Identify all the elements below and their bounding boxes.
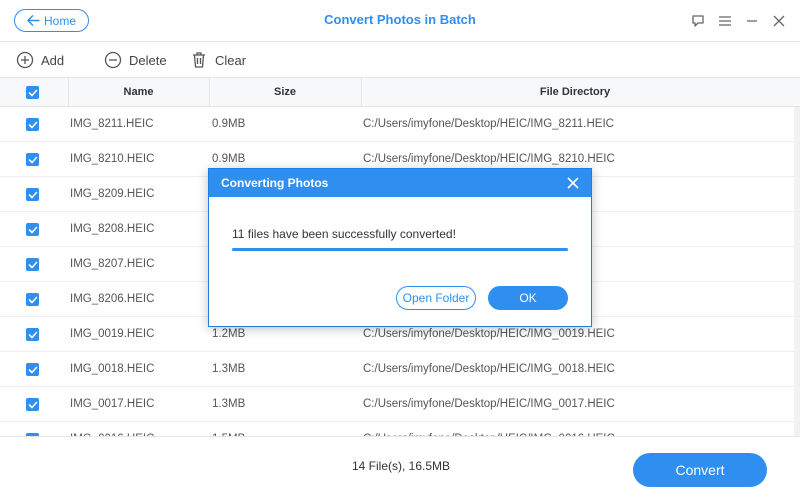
- check-icon: [28, 296, 37, 303]
- delete-label: Delete: [129, 52, 167, 68]
- file-name: IMG_8208.HEIC: [70, 223, 155, 235]
- minus-circle-icon: [104, 51, 122, 69]
- file-name: IMG_8209.HEIC: [70, 188, 155, 200]
- table-row[interactable]: IMG_0016.HEIC 1.5MB C:/Users/imyfone/Des…: [0, 422, 800, 436]
- add-label: Add: [41, 52, 65, 68]
- dialog-close-icon[interactable]: [565, 175, 581, 191]
- check-icon: [28, 89, 37, 96]
- check-icon: [28, 261, 37, 268]
- table-header: Name Size File Directory: [0, 78, 800, 107]
- file-directory: C:/Users/imyfone/Desktop/HEIC/IMG_0016.H…: [363, 422, 615, 436]
- file-size: 1.3MB: [212, 363, 246, 375]
- file-name: IMG_0016.HEIC: [70, 422, 154, 436]
- ok-button[interactable]: OK: [488, 286, 568, 310]
- dialog-message: 11 files have been successfully converte…: [232, 227, 456, 241]
- row-checkbox[interactable]: [26, 293, 39, 306]
- delete-button[interactable]: Delete: [104, 51, 167, 69]
- check-icon: [28, 121, 37, 128]
- column-header-size[interactable]: Size: [209, 78, 361, 107]
- row-checkbox[interactable]: [26, 398, 39, 411]
- check-icon: [28, 191, 37, 198]
- row-checkbox[interactable]: [26, 363, 39, 376]
- trash-icon: [193, 52, 205, 68]
- row-checkbox[interactable]: [26, 258, 39, 271]
- window-controls: [690, 13, 786, 28]
- file-name: IMG_0018.HEIC: [70, 363, 155, 375]
- footer: 14 File(s), 16.5MB Convert: [0, 436, 800, 497]
- check-icon: [28, 401, 37, 408]
- conversion-progress-bar: [232, 248, 568, 251]
- close-icon[interactable]: [771, 13, 786, 28]
- converting-dialog: Converting Photos 11 files have been suc…: [208, 168, 592, 327]
- app-title: Convert Photos in Batch: [324, 12, 476, 27]
- clear-button[interactable]: Clear: [190, 51, 246, 69]
- row-checkbox[interactable]: [26, 153, 39, 166]
- file-name: IMG_8206.HEIC: [70, 293, 155, 305]
- progress-fill: [232, 248, 568, 251]
- file-name: IMG_0019.HEIC: [70, 328, 155, 340]
- column-header-directory[interactable]: File Directory: [361, 78, 789, 107]
- table-row[interactable]: IMG_0018.HEIC 1.3MB C:/Users/imyfone/Des…: [0, 352, 800, 387]
- column-header-name[interactable]: Name: [68, 78, 209, 107]
- minimize-icon[interactable]: [744, 13, 759, 28]
- file-size: 1.3MB: [212, 398, 246, 410]
- file-name: IMG_0017.HEIC: [70, 398, 155, 410]
- row-checkbox[interactable]: [26, 328, 39, 341]
- convert-button[interactable]: Convert: [633, 453, 767, 487]
- check-icon: [28, 156, 37, 163]
- file-directory: C:/Users/imyfone/Desktop/HEIC/IMG_0017.H…: [363, 398, 615, 410]
- select-all-checkbox[interactable]: [26, 86, 39, 99]
- toolbar: Add Delete Clear: [0, 42, 800, 78]
- file-name: IMG_8207.HEIC: [70, 258, 155, 270]
- check-icon: [28, 226, 37, 233]
- dialog-title: Converting Photos: [221, 176, 329, 190]
- open-folder-button[interactable]: Open Folder: [396, 286, 476, 310]
- row-checkbox[interactable]: [26, 118, 39, 131]
- table-row[interactable]: IMG_0017.HEIC 1.3MB C:/Users/imyfone/Des…: [0, 387, 800, 422]
- feedback-icon[interactable]: [690, 13, 705, 28]
- clear-label: Clear: [215, 52, 247, 68]
- file-directory: C:/Users/imyfone/Desktop/HEIC/IMG_0018.H…: [363, 363, 615, 375]
- file-name: IMG_8211.HEIC: [70, 118, 154, 130]
- add-button[interactable]: Add: [16, 51, 64, 69]
- file-name: IMG_8210.HEIC: [70, 153, 155, 165]
- file-directory: C:/Users/imyfone/Desktop/HEIC/IMG_8211.H…: [363, 118, 614, 130]
- file-size: 0.9MB: [212, 118, 246, 130]
- check-icon: [28, 366, 37, 373]
- table-row[interactable]: IMG_8211.HEIC 0.9MB C:/Users/imyfone/Des…: [0, 107, 800, 142]
- row-checkbox[interactable]: [26, 188, 39, 201]
- menu-icon[interactable]: [717, 13, 732, 28]
- check-icon: [28, 331, 37, 338]
- table-scrollbar[interactable]: [794, 107, 800, 436]
- title-bar: Home Convert Photos in Batch: [0, 0, 800, 42]
- plus-circle-icon: [16, 51, 34, 69]
- dialog-header: Converting Photos: [209, 169, 591, 197]
- row-checkbox[interactable]: [26, 223, 39, 236]
- file-size: 1.5MB: [212, 422, 245, 436]
- file-summary: 14 File(s), 16.5MB: [352, 459, 451, 473]
